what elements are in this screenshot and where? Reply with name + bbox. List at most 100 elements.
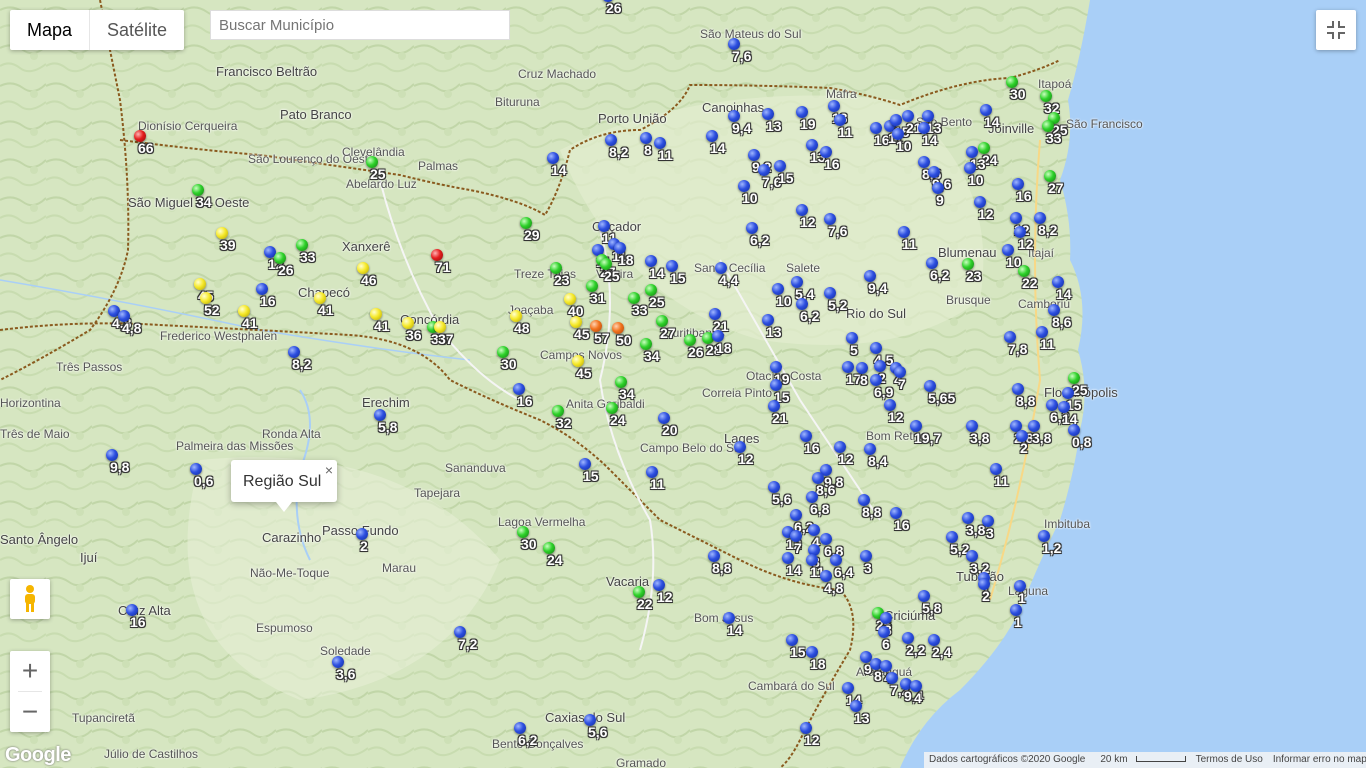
station-value-label: 18 (810, 656, 826, 672)
station-value-label: 32 (556, 415, 572, 431)
station-value-label: 8 (874, 668, 882, 684)
station-value-label: 46 (361, 272, 377, 288)
fullscreen-button[interactable] (1316, 10, 1356, 50)
map-type-map-button[interactable]: Mapa (10, 10, 89, 50)
place-label: Cruz Machado (518, 67, 597, 81)
station-value-label: 16 (517, 393, 533, 409)
station-value-label: 7,8 (1008, 341, 1028, 357)
place-label: Horizontina (0, 396, 61, 410)
station-value-label: 57 (594, 330, 610, 346)
station-value-label: 33 (632, 302, 648, 318)
place-label: Rio do Sul (846, 306, 906, 321)
station-value-label: 9,4 (732, 120, 752, 136)
info-window-text: Região Sul (243, 473, 322, 490)
station-value-label: 15 (670, 270, 686, 286)
scale-label: 20 km (1100, 754, 1128, 765)
station-value-label: 3,8 (1032, 430, 1052, 446)
station-value-label: 66 (138, 140, 154, 156)
info-window-close-button[interactable]: × (325, 462, 333, 478)
station-value-label: 41 (242, 315, 258, 331)
station-value-label: 4,8 (824, 580, 844, 596)
station-value-label: 14 (1056, 286, 1072, 302)
place-label: São Mateus do Sul (700, 27, 802, 41)
place-label: Brusque (946, 293, 991, 307)
station-value-label: 16 (804, 440, 820, 456)
place-label: Ijuí (80, 550, 98, 565)
station-value-label: 5,6 (588, 724, 608, 740)
station-value-label: 6,8 (810, 501, 830, 517)
station-value-label: 10 (968, 172, 984, 188)
station-value-label: 5,8 (378, 419, 398, 435)
station-value-label: 37 (438, 331, 454, 347)
station-value-label: 25 (649, 294, 665, 310)
station-value-label: 12 (800, 214, 816, 230)
place-label: Bento Gonçalves (492, 737, 584, 751)
station-value-label: 11 (1040, 336, 1055, 352)
station-value-label: 45 (576, 365, 592, 381)
zoom-in-button[interactable]: + (10, 651, 50, 691)
station-value-label: 16 (130, 614, 146, 630)
station-value-label: 39 (220, 237, 236, 253)
station-value-label: 13 (766, 118, 782, 134)
terms-link[interactable]: Termos de Uso (1191, 752, 1268, 768)
station-value-label: 11 (658, 147, 673, 163)
station-value-label: 16 (260, 293, 276, 309)
station-value-label: 26 (278, 262, 294, 278)
place-label: Bituruna (495, 95, 540, 109)
station-value-label: 15 (790, 644, 806, 660)
station-value-label: 14 (551, 162, 567, 178)
map-canvas[interactable]: Francisco Beltrão Pato Branco Dionísio Cer… (0, 0, 1366, 768)
place-label: Carazinho (262, 530, 322, 545)
station-value-label: 8,8 (1016, 393, 1036, 409)
station-value-label: 34 (196, 194, 212, 210)
municipality-search-input[interactable] (210, 10, 510, 40)
station-value-label: 25 (604, 268, 620, 284)
info-window: Região Sul × (231, 460, 337, 512)
google-logo[interactable]: Google (5, 744, 71, 767)
street-view-pegman-button[interactable] (10, 579, 50, 619)
station-value-label: 11 (650, 476, 665, 492)
station-value-label: 10 (896, 138, 912, 154)
place-label: Imbituba (1044, 517, 1091, 531)
place-label: Marau (382, 561, 417, 575)
place-label: Itapoá (1038, 77, 1072, 91)
zoom-out-button[interactable]: − (10, 692, 50, 732)
station-value-label: 0,6 (194, 473, 214, 489)
station-value-label: 14 (922, 132, 938, 148)
station-value-label: 1 (1018, 590, 1026, 606)
station-value-label: 13 (854, 710, 870, 726)
station-value-label: 19,7 (914, 430, 942, 446)
station-value-label: 41 (318, 302, 334, 318)
place-label: Gramado (616, 756, 667, 768)
place-label: Pato Branco (280, 107, 352, 122)
place-label: São Francisco (1066, 117, 1143, 131)
place-label: Francisco Beltrão (216, 64, 318, 79)
station-value-label: 18 (618, 252, 634, 268)
station-value-label: 5 (850, 342, 858, 358)
pegman-icon (25, 585, 35, 612)
station-value-label: 20 (662, 422, 678, 438)
place-label: Mafra (826, 87, 857, 101)
station-value-label: 16 (1016, 188, 1032, 204)
report-error-link[interactable]: Informar erro no mapa (1268, 752, 1366, 768)
station-value-label: 12 (978, 206, 994, 222)
place-label: Sananduva (445, 461, 506, 475)
station-value-label: 8,2 (292, 356, 312, 372)
place-label: Salete (786, 261, 821, 275)
place-label: Vacaria (606, 574, 650, 589)
station-value-label: 41 (374, 318, 390, 334)
map-data-attribution[interactable]: Dados cartográficos ©2020 Google (924, 752, 1090, 768)
station-value-label: 23 (554, 272, 570, 288)
map-type-satellite-button[interactable]: Satélite (89, 10, 184, 50)
station-value-label: 7,2 (458, 636, 478, 652)
station-value-label: 14 (984, 114, 1000, 130)
station-value-label: 6 (882, 636, 890, 652)
station-value-label: 14 (786, 562, 802, 578)
scale-control[interactable]: 20 km (1090, 752, 1190, 768)
place-label: Não-Me-Toque (250, 566, 330, 580)
station-value-label: 3,8 (970, 430, 990, 446)
station-value-label: 13 (766, 324, 782, 340)
station-value-label: 30 (501, 356, 517, 372)
station-value-label: 5,65 (928, 390, 956, 406)
place-label: Dionísio Cerqueira (138, 119, 238, 133)
